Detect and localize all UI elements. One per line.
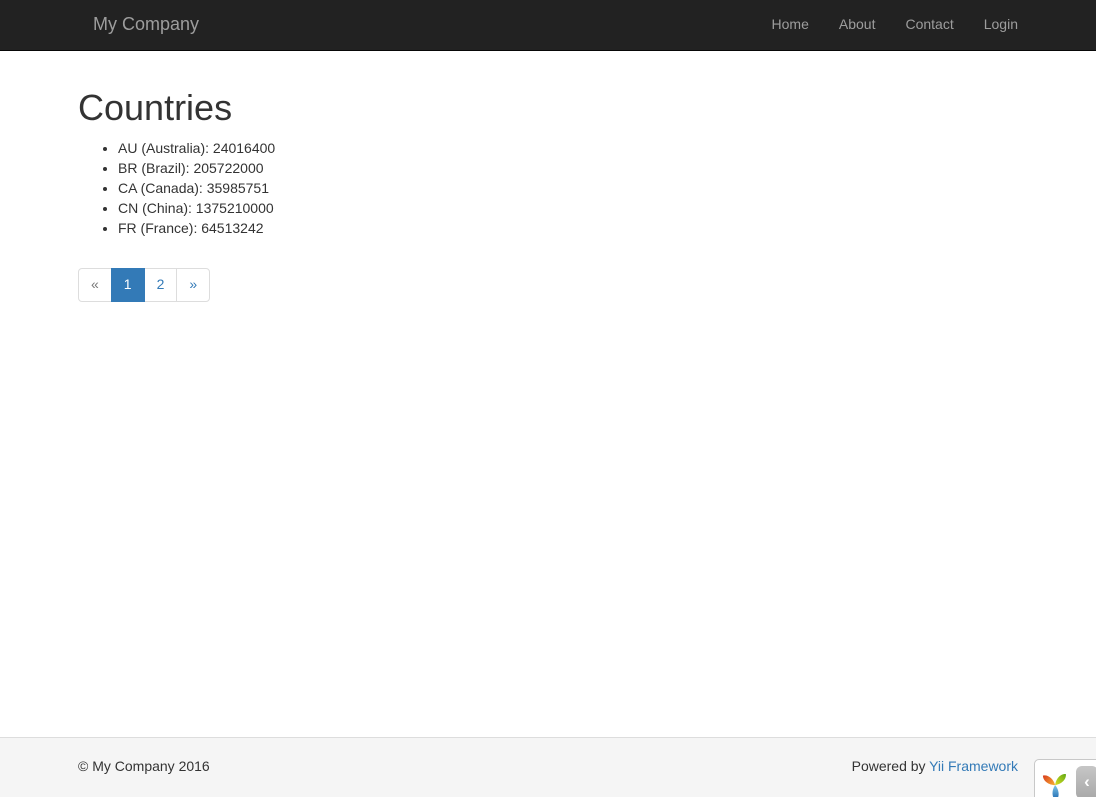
nav-item-home: Home <box>757 0 824 50</box>
yii-framework-link[interactable]: Yii Framework <box>929 758 1018 774</box>
powered-by-text: Powered byYii Framework <box>852 757 1018 777</box>
nav-link-home[interactable]: Home <box>757 0 824 50</box>
chevron-double-left-icon: « <box>78 268 112 302</box>
nav-link-login[interactable]: Login <box>969 0 1033 50</box>
powered-by-prefix: Powered by <box>852 758 926 774</box>
nav-item-contact: Contact <box>890 0 968 50</box>
pagination-page-2[interactable]: 2 <box>145 268 178 302</box>
pagination-next[interactable]: » <box>177 268 210 302</box>
page-title: Countries <box>78 88 1018 128</box>
nav-item-login: Login <box>969 0 1033 50</box>
nav-link-contact[interactable]: Contact <box>890 0 968 50</box>
pagination-page-2-link[interactable]: 2 <box>144 268 178 302</box>
pagination-page-1[interactable]: 1 <box>112 268 145 302</box>
navbar-brand[interactable]: My Company <box>78 0 214 50</box>
debug-toggle-button[interactable]: ‹ <box>1076 766 1096 797</box>
chevron-double-right-icon[interactable]: » <box>176 268 210 302</box>
chevron-left-icon: ‹ <box>1084 773 1090 790</box>
country-list-item: FR (France): 64513242 <box>118 218 1018 238</box>
debug-toolbar[interactable]: ‹ <box>1034 759 1096 797</box>
navbar: My Company Home About Contact Login <box>0 0 1096 51</box>
yii-logo-icon[interactable] <box>1041 766 1071 797</box>
country-list-item: CA (Canada): 35985751 <box>118 178 1018 198</box>
navbar-menu: Home About Contact Login <box>757 0 1033 50</box>
country-list-item: BR (Brazil): 205722000 <box>118 158 1018 178</box>
country-list-item: CN (China): 1375210000 <box>118 198 1018 218</box>
pagination: « 1 2 » <box>78 268 210 302</box>
country-list-item: AU (Australia): 24016400 <box>118 138 1018 158</box>
nav-link-about[interactable]: About <box>824 0 891 50</box>
countries-list: AU (Australia): 24016400 BR (Brazil): 20… <box>78 138 1018 238</box>
pagination-prev: « <box>78 268 112 302</box>
copyright-text: © My Company 2016 <box>78 757 210 777</box>
nav-item-about: About <box>824 0 891 50</box>
footer: © My Company 2016 Powered byYii Framewor… <box>0 737 1096 797</box>
pagination-page-1-link[interactable]: 1 <box>111 268 145 302</box>
